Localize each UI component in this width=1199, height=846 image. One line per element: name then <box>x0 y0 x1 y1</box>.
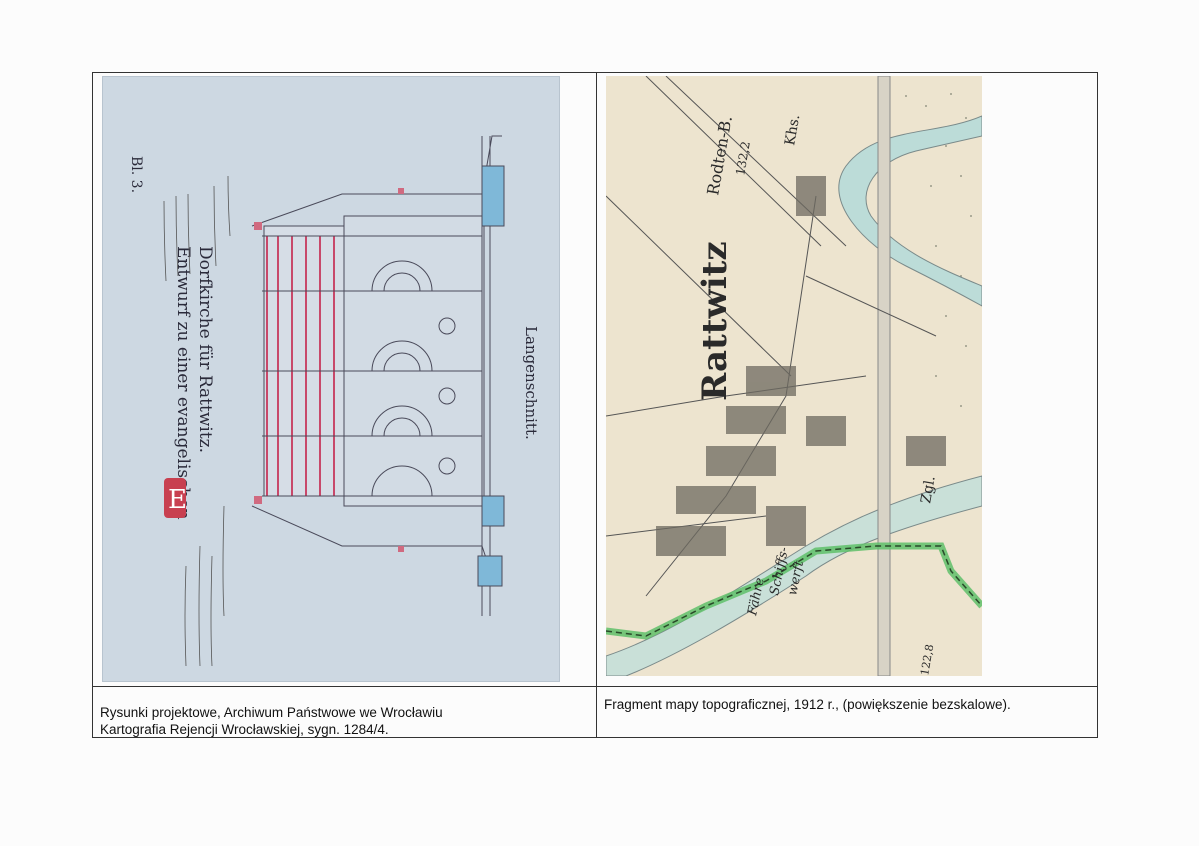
svg-text:E: E <box>168 485 187 515</box>
table-row-divider <box>92 686 1098 687</box>
sheet-number: Bl. 3. <box>128 156 144 193</box>
architectural-drawing-image: Entwurf zu einer evangelischen Dorfkirch… <box>102 76 560 682</box>
topographic-map-image: Rattwitz Rodten-B. 132,2 Khs. Zgl. Fähre… <box>606 76 982 676</box>
section-label: Langenschnitt. <box>522 326 540 440</box>
right-caption: Fragment mapy topograficznej, 1912 r., (… <box>604 697 1011 712</box>
map-town-label: Rattwitz <box>695 241 735 401</box>
left-caption-line2: Kartografia Rejencji Wrocławskiej, sygn.… <box>100 722 389 737</box>
drawing-title-line2: Dorfkirche für Rattwitz. <box>195 246 215 453</box>
table-column-divider <box>596 72 597 738</box>
left-caption-line1: Rysunki projektowe, Archiwum Państwowe w… <box>100 705 443 720</box>
